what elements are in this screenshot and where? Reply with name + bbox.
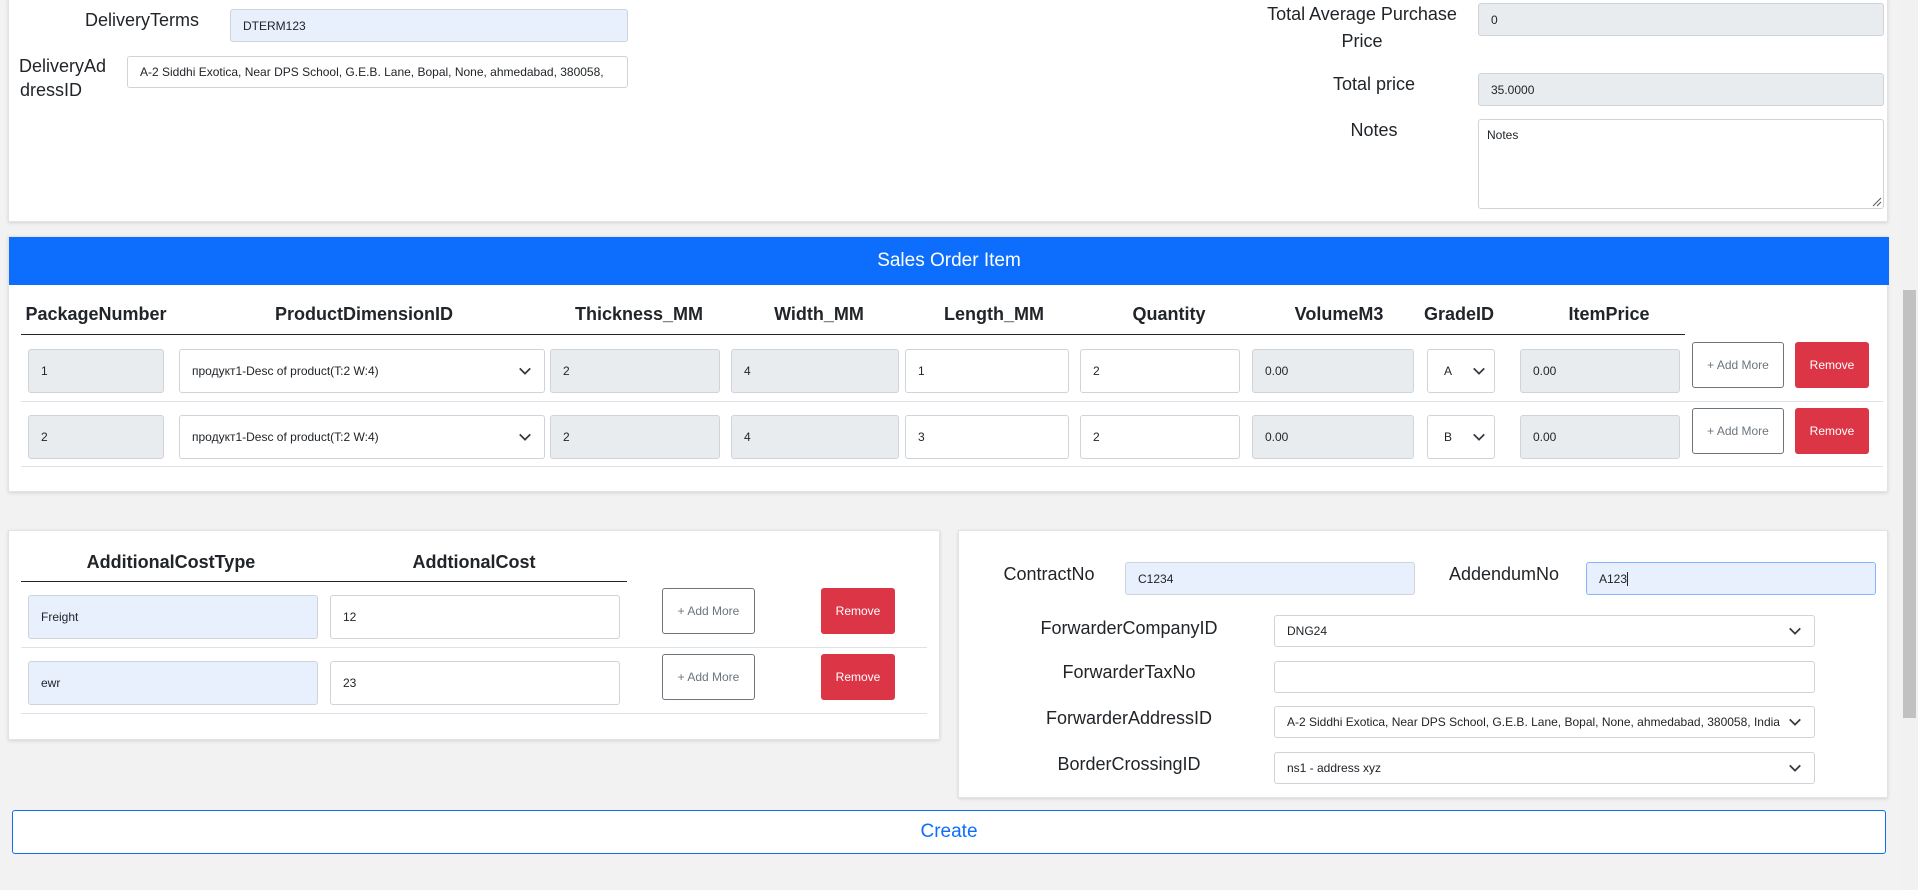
cost-type-input[interactable]: ewr [28,661,318,705]
notes-textarea[interactable]: Notes [1478,119,1884,209]
row-divider [21,401,1883,402]
contract-no-input[interactable]: C1234 [1125,562,1415,595]
forwarder-address-value: A-2 Siddhi Exotica, Near DPS School, G.E… [1287,715,1780,729]
remove-button[interactable]: Remove [1795,342,1869,388]
product-dimension-value: продукт1-Desc of product(T:2 W:4) [192,364,379,378]
thickness-input[interactable]: 2 [550,415,720,459]
sales-order-item-header: Sales Order Item [9,237,1889,285]
grade-select[interactable]: A [1427,349,1495,393]
col-header: Width_MM [774,304,864,324]
delivery-terms-input[interactable]: DTERM123 [230,9,628,42]
resize-grip-icon[interactable] [1872,197,1882,207]
chevron-down-icon [1789,718,1801,726]
page-scrollbar[interactable] [1901,0,1918,890]
add-more-button[interactable]: + Add More [1692,408,1784,454]
chevron-down-icon [519,367,531,375]
delivery-address-value: A-2 Siddhi Exotica, Near DPS School, G.E… [140,65,604,79]
forwarder-company-label: ForwarderCompanyID [1040,618,1218,638]
contract-card: ContractNo C1234 AddendumNo A123 Forward… [958,530,1888,798]
col-header: Thickness_MM [574,304,704,324]
col-header: ProductDimensionID [274,304,453,324]
chevron-down-icon [1473,367,1485,375]
quantity-input[interactable]: 2 [1080,349,1240,393]
col-header: PackageNumber [25,304,167,324]
grade-select[interactable]: B [1427,415,1495,459]
row-divider [21,466,1883,467]
total-price-input: 35.0000 [1478,73,1884,106]
chevron-down-icon [1473,433,1485,441]
product-dimension-select[interactable]: продукт1-Desc of product(T:2 W:4) [179,415,545,459]
width-input[interactable]: 4 [731,349,899,393]
item-price-input[interactable]: 0.00 [1520,349,1680,393]
volume-input[interactable]: 0.00 [1252,415,1414,459]
cost-value-input[interactable]: 12 [330,595,620,639]
col-header: VolumeM3 [1294,304,1384,324]
header-divider [21,334,1685,335]
border-crossing-label: BorderCrossingID [1057,754,1201,774]
product-dimension-select[interactable]: продукт1-Desc of product(T:2 W:4) [179,349,545,393]
product-dimension-value: продукт1-Desc of product(T:2 W:4) [192,430,379,444]
cost-type-input[interactable]: Freight [28,595,318,639]
forwarder-address-select[interactable]: A-2 Siddhi Exotica, Near DPS School, G.E… [1274,706,1815,738]
grade-value: B [1444,430,1453,444]
forwarder-tax-label: ForwarderTaxNo [1062,662,1196,682]
thickness-input[interactable]: 2 [550,349,720,393]
sales-order-item-card: Sales Order Item PackageNumber ProductDi… [8,236,1889,492]
chevron-down-icon [1789,627,1801,635]
grade-value: A [1444,364,1453,378]
add-more-button[interactable]: + Add More [662,588,755,634]
cost-value-input[interactable]: 23 [330,661,620,705]
quantity-input[interactable]: 2 [1080,415,1240,459]
add-more-button[interactable]: + Add More [662,654,755,700]
total-avg-purchase-price-label: Total Average Purchase Price [1267,4,1457,51]
chevron-down-icon [519,433,531,441]
delivery-address-label: DeliveryAd dressID [19,56,107,100]
length-input[interactable]: 1 [905,349,1069,393]
row-divider [21,713,927,714]
text-cursor [1627,571,1629,586]
notes-label: Notes [1350,120,1398,140]
remove-button[interactable]: Remove [821,654,895,700]
forwarder-address-label: ForwarderAddressID [1045,708,1213,728]
col-header: ItemPrice [1568,304,1650,324]
volume-input[interactable]: 0.00 [1252,349,1414,393]
addendum-no-label: AddendumNo [1448,564,1560,584]
sales-order-item-title: Sales Order Item [877,250,1021,271]
addendum-no-value: A123 [1599,571,1628,586]
col-header: GradeID [1423,304,1495,324]
length-input[interactable]: 3 [905,415,1069,459]
package-number-input[interactable]: 2 [28,415,164,459]
border-crossing-select[interactable]: ns1 - address xyz [1274,752,1815,784]
delivery-terms-label: DeliveryTerms [85,10,200,30]
total-avg-purchase-price-input: 0 [1478,3,1884,36]
col-header: Length_MM [944,304,1044,324]
col-header: AddtionalCost [412,552,536,572]
col-header: AdditionalCostType [86,552,256,572]
package-number-input[interactable]: 1 [28,349,164,393]
delivery-address-select[interactable]: A-2 Siddhi Exotica, Near DPS School, G.E… [127,56,628,88]
additional-cost-card: AdditionalCostType AddtionalCost Freight… [8,530,940,740]
forwarder-company-value: DNG24 [1287,624,1328,638]
col-header: Quantity [1132,304,1206,324]
border-crossing-value: ns1 - address xyz [1287,761,1382,775]
create-button[interactable]: Create [12,810,1886,854]
forwarder-tax-input[interactable] [1274,661,1815,693]
addendum-no-input[interactable]: A123 [1586,562,1876,595]
contract-no-label: ContractNo [1003,564,1095,584]
remove-button[interactable]: Remove [821,588,895,634]
row-divider [21,647,927,648]
item-price-input[interactable]: 0.00 [1520,415,1680,459]
create-label: Create [920,821,978,842]
chevron-down-icon [1789,764,1801,772]
total-price-label: Total price [1332,74,1416,94]
width-input[interactable]: 4 [731,415,899,459]
add-more-button[interactable]: + Add More [1692,342,1784,388]
remove-button[interactable]: Remove [1795,408,1869,454]
header-divider [21,581,627,582]
scrollbar-thumb[interactable] [1903,290,1916,718]
order-header-card: DeliveryTerms DTERM123 DeliveryAd dressI… [8,0,1888,222]
forwarder-company-select[interactable]: DNG24 [1274,615,1815,647]
